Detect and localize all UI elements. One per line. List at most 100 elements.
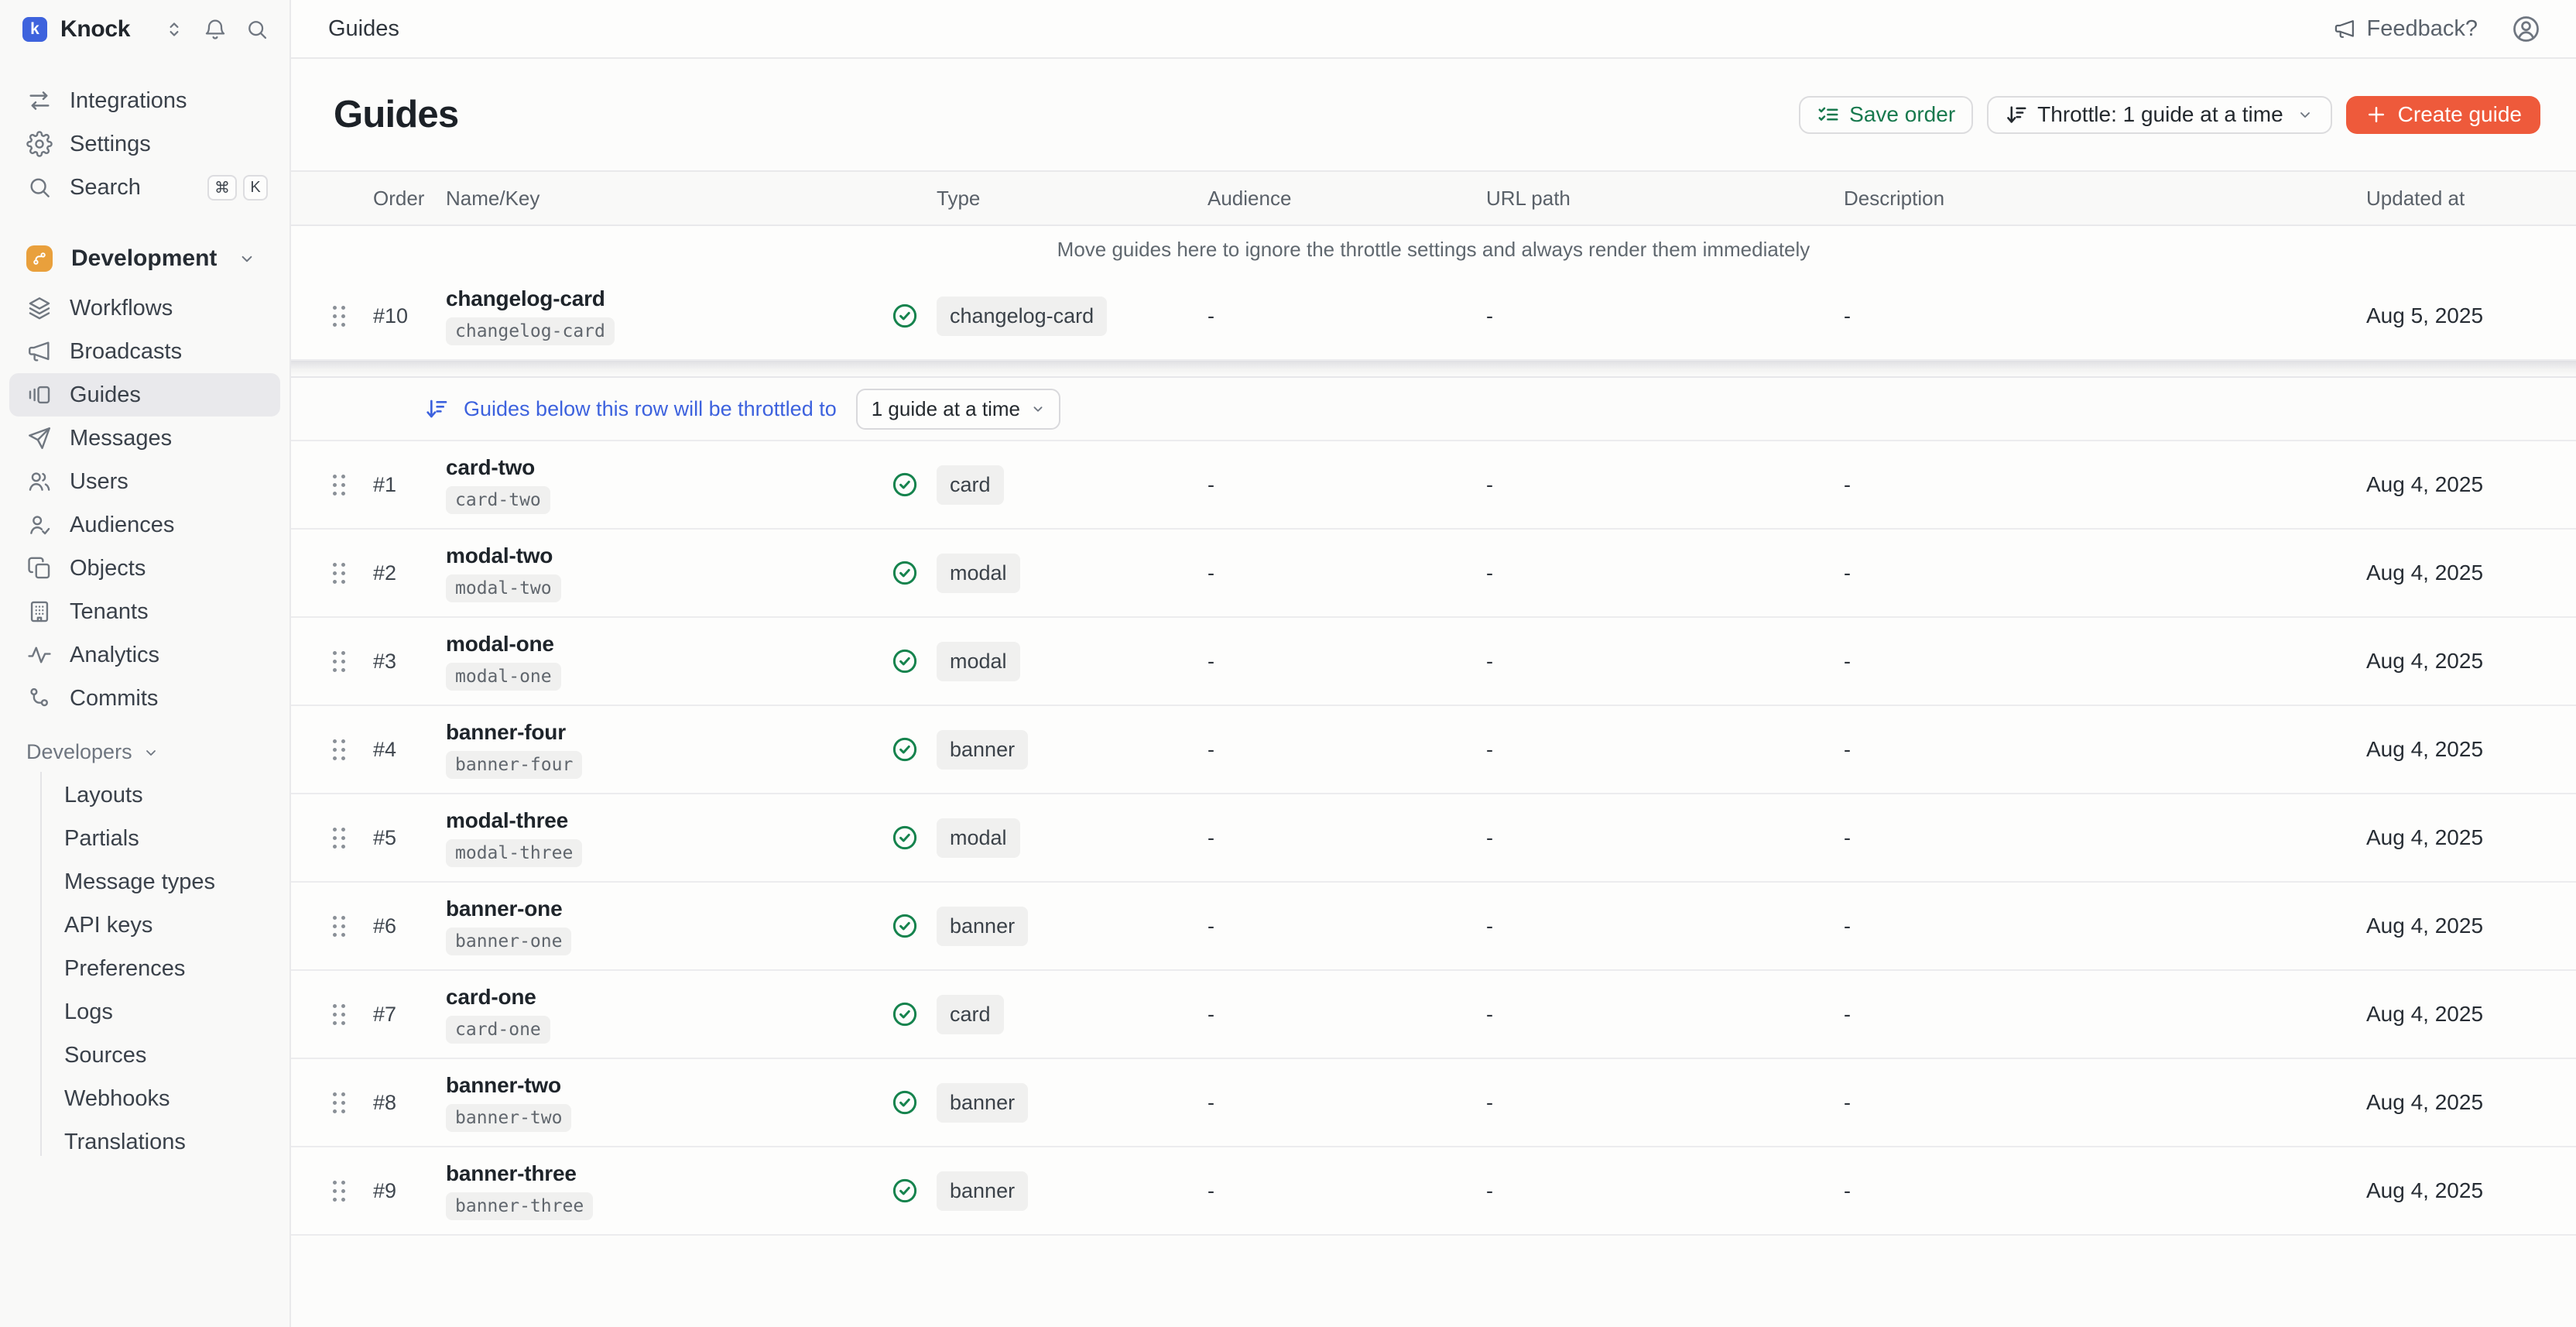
sidebar-item-analytics[interactable]: Analytics — [9, 633, 280, 677]
workspace-selector-icon[interactable] — [163, 18, 186, 41]
throttle-select-value: 1 guide at a time — [872, 397, 1020, 421]
sidebar-item-audiences[interactable]: Audiences — [9, 503, 280, 547]
guide-url-path: - — [1486, 473, 1844, 497]
workspace[interactable]: k Knock — [22, 16, 130, 43]
workspace-switcher: k Knock — [0, 0, 289, 59]
guide-name[interactable]: card-one — [446, 985, 536, 1010]
notifications-bell-icon[interactable] — [203, 17, 228, 42]
sidebar-item-objects[interactable]: Objects — [9, 547, 280, 590]
sidebar-item-message-types[interactable]: Message types — [0, 860, 289, 904]
user-avatar-icon[interactable] — [2510, 13, 2542, 45]
page-header: Guides Save order Throttle: 1 guide at a… — [291, 59, 2576, 170]
drag-handle-icon[interactable] — [333, 563, 373, 584]
guide-updated-at: Aug 4, 2025 — [2366, 737, 2576, 762]
guide-updated-at: Aug 4, 2025 — [2366, 1090, 2576, 1115]
guide-name[interactable]: banner-three — [446, 1161, 577, 1186]
sidebar-item-tenants[interactable]: Tenants — [9, 590, 280, 633]
guide-name[interactable]: banner-two — [446, 1073, 561, 1098]
guide-audience: - — [1208, 738, 1486, 762]
save-order-button[interactable]: Save order — [1799, 96, 1973, 134]
sidebar-item-layouts[interactable]: Layouts — [0, 773, 289, 817]
environment-icon — [26, 245, 53, 272]
sidebar-item-label: Integrations — [70, 88, 187, 114]
sidebar-item-users[interactable]: Users — [9, 460, 280, 503]
objects-icon — [26, 555, 53, 581]
guide-table-row[interactable]: #1 card-two card-two card - - - Aug 4, 2… — [291, 441, 2576, 530]
guide-order: #10 — [373, 304, 446, 328]
sidebar-item-search[interactable]: Search ⌘ K — [9, 166, 280, 209]
guide-name[interactable]: banner-one — [446, 897, 562, 921]
drag-handle-icon[interactable] — [333, 828, 373, 849]
sidebar-item-partials[interactable]: Partials — [0, 817, 289, 860]
drag-handle-icon[interactable] — [333, 651, 373, 672]
table-footer-space — [291, 1236, 2576, 1327]
guide-description: - — [1844, 1003, 2366, 1027]
create-guide-button[interactable]: Create guide — [2346, 96, 2540, 134]
guide-table-row[interactable]: #4 banner-four banner-four banner - - - … — [291, 706, 2576, 794]
sidebar-top-nav: Integrations Settings Search ⌘ K — [0, 59, 289, 209]
sidebar-item-settings[interactable]: Settings — [9, 122, 280, 166]
guide-name[interactable]: changelog-card — [446, 286, 605, 311]
guide-url-path: - — [1486, 561, 1844, 585]
guide-name[interactable]: modal-three — [446, 808, 568, 833]
throttle-amount-select[interactable]: 1 guide at a time — [856, 389, 1060, 430]
sidebar-item-messages[interactable]: Messages — [9, 417, 280, 460]
guide-table-row[interactable]: #2 modal-two modal-two modal - - - Aug 4… — [291, 530, 2576, 618]
drag-handle-icon[interactable] — [333, 1181, 373, 1202]
sidebar-item-translations[interactable]: Translations — [0, 1120, 289, 1164]
drag-handle-icon[interactable] — [333, 739, 373, 760]
guide-url-path: - — [1486, 304, 1844, 328]
search-icon[interactable] — [245, 17, 269, 42]
guide-audience: - — [1208, 914, 1486, 938]
sidebar-item-workflows[interactable]: Workflows — [9, 286, 280, 330]
guide-name[interactable]: modal-two — [446, 543, 553, 568]
environment-switcher[interactable]: Development — [9, 235, 280, 282]
drag-handle-icon[interactable] — [333, 475, 373, 495]
chevron-down-icon — [2296, 105, 2314, 124]
guide-table-row[interactable]: #7 card-one card-one card - - - Aug 4, 2… — [291, 971, 2576, 1059]
guide-updated-at: Aug 4, 2025 — [2366, 561, 2576, 585]
developers-section-toggle[interactable]: Developers — [26, 740, 289, 764]
guide-updated-at: Aug 4, 2025 — [2366, 1002, 2576, 1027]
throttled-rows: #1 card-two card-two card - - - Aug 4, 2… — [291, 441, 2576, 1236]
app-root: k Knock Integrations — [0, 0, 2576, 1327]
guide-updated-at: Aug 4, 2025 — [2366, 649, 2576, 674]
guide-table-row[interactable]: #6 banner-one banner-one banner - - - Au… — [291, 883, 2576, 971]
guide-table-row[interactable]: #8 banner-two banner-two banner - - - Au… — [291, 1059, 2576, 1147]
guide-name[interactable]: modal-one — [446, 632, 554, 657]
sidebar-item-commits[interactable]: Commits — [9, 677, 280, 720]
sidebar-item-label: Users — [70, 469, 128, 495]
megaphone-icon — [2333, 17, 2357, 41]
guide-table-row[interactable]: #5 modal-three modal-three modal - - - A… — [291, 794, 2576, 883]
sidebar-item-integrations[interactable]: Integrations — [9, 79, 280, 122]
guide-table-row[interactable]: #3 modal-one modal-one modal - - - Aug 4… — [291, 618, 2576, 706]
sidebar-item-preferences[interactable]: Preferences — [0, 947, 289, 990]
guide-order: #9 — [373, 1179, 446, 1203]
drag-handle-icon[interactable] — [333, 916, 373, 937]
drag-handle-icon[interactable] — [333, 1004, 373, 1025]
drag-handle-icon[interactable] — [333, 1092, 373, 1113]
sidebar-item-api-keys[interactable]: API keys — [0, 904, 289, 947]
kbd-k: K — [243, 175, 268, 201]
guide-updated-at: Aug 4, 2025 — [2366, 1178, 2576, 1203]
guide-key-badge: banner-one — [446, 928, 571, 955]
guide-name[interactable]: banner-four — [446, 720, 566, 745]
feedback-button[interactable]: Feedback? — [2333, 16, 2478, 42]
guide-active-check-icon — [890, 646, 937, 676]
sidebar-item-sources[interactable]: Sources — [0, 1034, 289, 1077]
sidebar-item-logs[interactable]: Logs — [0, 990, 289, 1034]
col-description: Description — [1844, 187, 2366, 211]
sidebar-item-webhooks[interactable]: Webhooks — [0, 1077, 289, 1120]
analytics-pulse-icon — [26, 642, 53, 668]
guide-table-row[interactable]: #10 changelog-card changelog-card change… — [291, 273, 2576, 361]
guide-name[interactable]: card-two — [446, 455, 535, 480]
throttle-settings-button[interactable]: Throttle: 1 guide at a time — [1987, 96, 2332, 134]
drag-handle-icon[interactable] — [333, 306, 373, 327]
sidebar-item-broadcasts[interactable]: Broadcasts — [9, 330, 280, 373]
guide-description: - — [1844, 1091, 2366, 1115]
guide-audience: - — [1208, 826, 1486, 850]
developers-items: Layouts Partials Message types API keys … — [0, 767, 289, 1164]
guide-order: #8 — [373, 1091, 446, 1115]
guide-table-row[interactable]: #9 banner-three banner-three banner - - … — [291, 1147, 2576, 1236]
sidebar-item-guides[interactable]: Guides — [9, 373, 280, 417]
